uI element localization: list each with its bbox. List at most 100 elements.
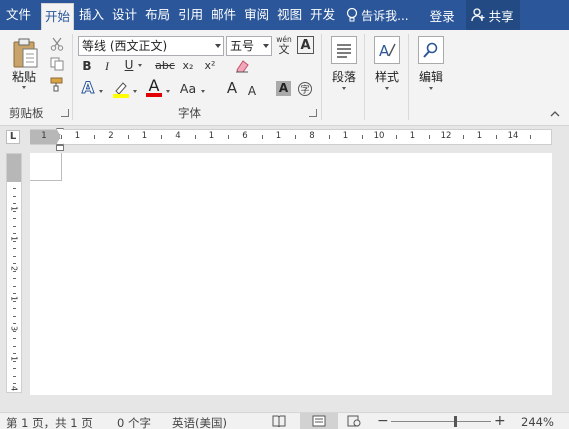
ruler-tick-mark xyxy=(13,300,16,302)
font-launcher-icon[interactable] xyxy=(309,109,317,117)
cut-icon[interactable] xyxy=(48,35,66,53)
ruler-tick-label: 1 xyxy=(342,131,349,141)
styles-dropdown-icon[interactable] xyxy=(385,87,389,90)
paragraph-label[interactable]: 段落 xyxy=(332,68,356,85)
format-painter-icon[interactable] xyxy=(48,75,66,93)
collapse-ribbon-icon[interactable] xyxy=(548,108,562,120)
search-icon[interactable] xyxy=(418,36,444,64)
ruler-tick-label: 6 xyxy=(242,131,248,141)
ruler-tick-mark xyxy=(13,368,16,369)
ruler-tick-label: 1 xyxy=(141,131,148,141)
ruler-tick-mark xyxy=(13,225,16,227)
vertical-scrollbar[interactable] xyxy=(556,147,569,397)
paste-dropdown-icon[interactable] xyxy=(22,86,26,89)
font-size-field[interactable]: 五号 xyxy=(226,36,272,56)
document-page[interactable] xyxy=(30,153,552,395)
bold-button[interactable]: B xyxy=(80,58,94,74)
ruler-tick-label: 1 xyxy=(476,131,483,141)
zoom-slider-thumb[interactable] xyxy=(454,416,457,427)
italic-button[interactable]: I xyxy=(100,58,114,74)
zoom-in-icon[interactable]: + xyxy=(494,413,506,429)
zoom-level[interactable]: 244% xyxy=(521,415,554,429)
word-count[interactable]: 0 个字 xyxy=(117,415,151,429)
ruler-tick-label: 1 xyxy=(9,205,19,212)
ruler-tick-mark xyxy=(462,135,464,139)
tab-view[interactable]: 视图 xyxy=(274,0,305,30)
shrink-font-button[interactable]: A xyxy=(246,83,258,99)
styles-icon[interactable]: A xyxy=(374,36,400,64)
tab-insert[interactable]: 插入 xyxy=(76,0,107,30)
text-effects-button[interactable]: A xyxy=(80,79,96,96)
title-tab-bar: 文件 开始 插入 设计 布局 引用 邮件 审阅 视图 开发 告诉我... 登录 … xyxy=(0,0,569,30)
font-color-button[interactable]: A xyxy=(146,78,162,97)
tab-mailings[interactable]: 邮件 xyxy=(208,0,239,30)
ruler-tick-label: 2 xyxy=(9,265,19,272)
clipboard-group-label: 剪贴板 xyxy=(9,106,44,120)
ruler-tick-mark xyxy=(13,270,16,272)
zoom-slider[interactable] xyxy=(391,421,491,422)
tab-selector[interactable]: L xyxy=(6,130,20,144)
ruler-top-margin xyxy=(7,154,21,182)
enclose-characters-icon[interactable]: 字 xyxy=(297,81,314,97)
tab-design[interactable]: 设计 xyxy=(109,0,140,30)
web-layout-icon[interactable] xyxy=(347,414,361,428)
ruler-tick-label: 2 xyxy=(108,131,114,141)
change-case-dropdown-icon[interactable] xyxy=(201,90,205,93)
ruler-tick-mark xyxy=(13,375,16,377)
strikethrough-button[interactable]: abc xyxy=(155,58,175,74)
editing-dropdown-icon[interactable] xyxy=(429,87,433,90)
chevron-down-icon xyxy=(215,44,221,48)
font-name-field[interactable]: 等线 (西文正文) xyxy=(78,36,224,56)
grow-font-button[interactable]: A xyxy=(225,80,239,96)
page-count[interactable]: 第 1 页，共 1 页 xyxy=(6,415,93,429)
tab-layout[interactable]: 布局 xyxy=(142,0,173,30)
paste-icon[interactable] xyxy=(10,36,40,70)
ruler-tick-label: 1 xyxy=(9,355,19,362)
ruler-tick-label: 1 xyxy=(74,131,81,141)
ruler-tick-mark xyxy=(127,135,129,139)
highlight-dropdown-icon[interactable] xyxy=(133,90,137,93)
change-case-button[interactable]: Aa xyxy=(178,81,198,97)
paragraph-icon[interactable] xyxy=(331,36,357,64)
tab-review[interactable]: 审阅 xyxy=(241,0,272,30)
zoom-out-icon[interactable]: − xyxy=(377,413,389,429)
share-button[interactable]: 共享 xyxy=(465,0,520,30)
clipboard-launcher-icon[interactable] xyxy=(61,109,69,117)
text-effects-dropdown-icon[interactable] xyxy=(99,90,103,93)
ruler-tick-label: 8 xyxy=(309,131,315,141)
language-indicator[interactable]: 英语(美国) xyxy=(172,415,227,429)
tell-me-box[interactable]: 告诉我... xyxy=(346,7,409,24)
copy-icon[interactable] xyxy=(48,55,66,73)
ruler-tick-mark xyxy=(13,308,16,309)
highlight-icon[interactable] xyxy=(112,80,130,98)
ruler-tick-label: 14 xyxy=(507,131,519,141)
underline-button[interactable]: U xyxy=(122,57,136,73)
read-mode-icon[interactable] xyxy=(272,414,286,428)
ruler-tick-label: 1 xyxy=(41,131,47,141)
ruler-tick-mark xyxy=(13,338,16,339)
character-shading-button[interactable]: A xyxy=(276,81,291,96)
character-border-icon[interactable]: A xyxy=(297,36,314,54)
phonetic-guide-icon[interactable]: wén 文 xyxy=(275,34,293,58)
paste-label[interactable]: 粘贴 xyxy=(12,68,36,85)
ruler-tick-mark xyxy=(13,285,16,287)
tab-file[interactable]: 文件 xyxy=(0,0,39,30)
tab-developer[interactable]: 开发 xyxy=(307,0,338,30)
ruler-tick-label: 1 xyxy=(9,295,19,302)
tab-home[interactable]: 开始 xyxy=(41,3,75,30)
subscript-button[interactable]: x₂ xyxy=(180,58,196,74)
font-color-dropdown-icon[interactable] xyxy=(166,90,170,93)
styles-label[interactable]: 样式 xyxy=(375,68,399,85)
clear-formatting-icon[interactable] xyxy=(234,58,250,74)
svg-text:字: 字 xyxy=(300,84,309,96)
login-link[interactable]: 登录 xyxy=(430,6,455,25)
ruler-tick-mark xyxy=(395,135,397,139)
underline-dropdown-icon[interactable] xyxy=(138,64,142,67)
ruler-tick-mark xyxy=(13,255,16,257)
print-layout-icon[interactable] xyxy=(300,413,338,429)
tab-references[interactable]: 引用 xyxy=(175,0,206,30)
editing-label[interactable]: 编辑 xyxy=(419,68,443,85)
paragraph-dropdown-icon[interactable] xyxy=(342,87,346,90)
left-indent-marker[interactable] xyxy=(56,145,64,151)
superscript-button[interactable]: x² xyxy=(202,58,218,74)
